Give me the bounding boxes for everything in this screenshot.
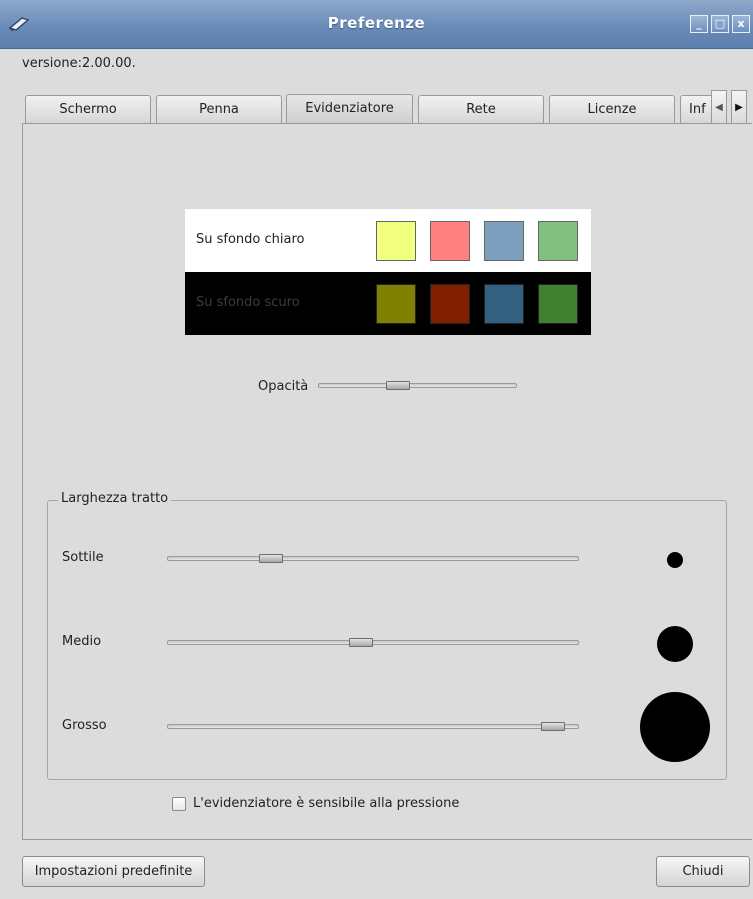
light-color-swatch-3[interactable]	[484, 221, 524, 261]
window-title: Preferenze	[327, 14, 426, 32]
dark-color-swatch-4[interactable]	[538, 284, 578, 324]
stroke-medium-slider[interactable]	[167, 638, 579, 647]
dark-color-swatch-2[interactable]	[430, 284, 470, 324]
opacity-slider-handle[interactable]	[385, 381, 410, 390]
stroke-thick-slider-handle[interactable]	[541, 722, 566, 731]
stroke-medium-slider-handle[interactable]	[348, 638, 373, 647]
light-background-label: Su sfondo chiaro	[196, 232, 305, 247]
tab-schermo[interactable]: Schermo	[25, 95, 151, 124]
opacity-slider[interactable]	[318, 381, 517, 390]
tab-rete[interactable]: Rete	[418, 95, 544, 124]
stroke-thin-slider-handle[interactable]	[258, 554, 283, 563]
light-background-row: Su sfondo chiaro	[185, 209, 591, 272]
tab-evidenziatore[interactable]: Evidenziatore	[286, 94, 413, 124]
stroke-medium-label: Medio	[62, 634, 102, 649]
stroke-thin-slider[interactable]	[167, 554, 579, 563]
light-color-swatch-2[interactable]	[430, 221, 470, 261]
minimize-button[interactable]: _	[690, 15, 708, 33]
opacity-label: Opacità	[258, 379, 309, 394]
default-settings-button[interactable]: Impostazioni predefinite	[22, 856, 205, 887]
dark-background-label: Su sfondo scuro	[196, 295, 300, 310]
stroke-medium-preview-dot	[657, 626, 693, 662]
stroke-width-group-title: Larghezza tratto	[58, 491, 172, 506]
pressure-sensitive-label[interactable]: L'evidenziatore è sensibile alla pressio…	[193, 796, 459, 811]
version-label: versione:2.00.00.	[22, 56, 136, 71]
pressure-sensitive-checkbox[interactable]	[172, 797, 186, 811]
stroke-thick-label: Grosso	[62, 718, 107, 733]
window-titlebar[interactable]: Preferenze _ □ x	[0, 0, 753, 49]
light-color-swatch-4[interactable]	[538, 221, 578, 261]
dark-color-swatch-1[interactable]	[376, 284, 416, 324]
close-button[interactable]: Chiudi	[656, 856, 750, 887]
dark-background-row: Su sfondo scuro	[185, 272, 591, 335]
stroke-thick-slider[interactable]	[167, 722, 579, 731]
highlighter-color-table: Su sfondo chiaro Su sfondo scuro	[185, 209, 591, 335]
dark-color-swatch-3[interactable]	[484, 284, 524, 324]
tab-scroll-left-button[interactable]: ◀	[711, 90, 727, 126]
tab-licenze[interactable]: Licenze	[549, 95, 675, 124]
tab-scroll-right-button[interactable]: ▶	[731, 90, 747, 126]
maximize-button[interactable]: □	[711, 15, 729, 33]
stroke-thin-label: Sottile	[62, 550, 104, 565]
stroke-thin-preview-dot	[667, 552, 683, 568]
close-window-button[interactable]: x	[732, 15, 750, 33]
tab-penna[interactable]: Penna	[156, 95, 282, 124]
light-color-swatch-1[interactable]	[376, 221, 416, 261]
stroke-thick-preview-dot	[640, 692, 710, 762]
